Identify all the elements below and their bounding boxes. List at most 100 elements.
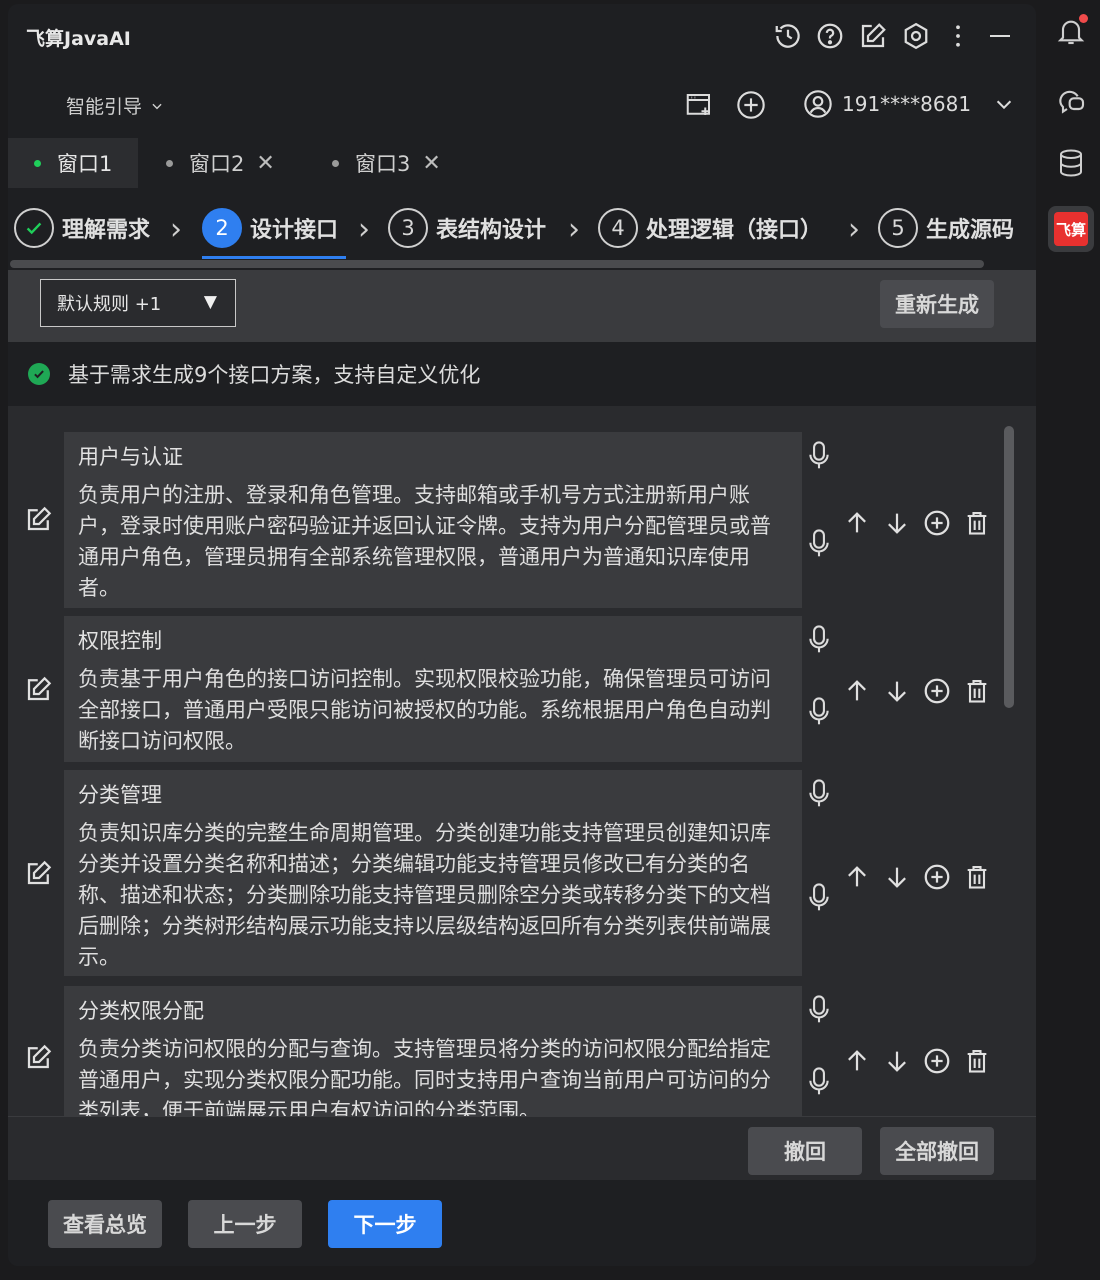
- success-icon: [28, 363, 50, 385]
- list-item: 用户与认证 负责用户的注册、登录和角色管理。支持邮箱或手机号方式注册新用户账户，…: [8, 432, 1036, 608]
- app-title: 飞算JavaAI: [26, 28, 131, 50]
- close-icon[interactable]: ✕: [422, 151, 440, 176]
- help-icon[interactable]: [814, 20, 846, 52]
- card-actions: [842, 862, 992, 892]
- rule-select[interactable]: 默认规则 +1 ▼: [40, 279, 236, 327]
- trash-icon[interactable]: [962, 676, 992, 706]
- api-card[interactable]: 分类权限分配 负责分类访问权限的分配与查询。支持管理员将分类的访问权限分配给指定…: [64, 986, 802, 1116]
- trash-icon[interactable]: [962, 1046, 992, 1076]
- edit-icon[interactable]: [24, 1042, 54, 1072]
- database-icon[interactable]: [1054, 146, 1088, 180]
- step-number: 2: [202, 208, 242, 248]
- undo-button[interactable]: 撤回: [748, 1127, 862, 1175]
- prev-step-button[interactable]: 上一步: [188, 1200, 302, 1248]
- notification-bell-icon[interactable]: [1054, 14, 1088, 48]
- chevron-right-icon: ›: [358, 212, 370, 247]
- add-icon[interactable]: [734, 88, 768, 122]
- step-number: 5: [878, 208, 918, 248]
- mic-icon[interactable]: [806, 624, 832, 656]
- tab-window-2[interactable]: 窗口2 ✕: [166, 138, 316, 188]
- mic-icon[interactable]: [806, 440, 832, 472]
- overview-button[interactable]: 查看总览: [48, 1200, 162, 1248]
- mic-icon[interactable]: [806, 696, 832, 728]
- more-icon[interactable]: [942, 20, 974, 52]
- chevron-right-icon: ›: [568, 212, 580, 247]
- arrow-up-icon[interactable]: [842, 862, 872, 892]
- sub-bar: 智能引导 191****8681: [8, 74, 1036, 134]
- mic-icon[interactable]: [806, 528, 832, 560]
- guide-dropdown[interactable]: 智能引导: [66, 92, 164, 119]
- step-understand[interactable]: 理解需求: [14, 200, 150, 256]
- plugin-panel: 飞算JavaAI 智能引导 191****8681 窗口1 窗口2 ✕ 窗口3 …: [8, 4, 1036, 1266]
- step-table-design[interactable]: 3 表结构设计: [388, 200, 546, 256]
- list-item: 分类管理 负责知识库分类的完整生命周期管理。分类创建功能支持管理员创建知识库分类…: [8, 770, 1036, 976]
- arrow-up-icon[interactable]: [842, 1046, 872, 1076]
- footer: 查看总览 上一步 下一步: [8, 1180, 1036, 1266]
- horizontal-scrollbar[interactable]: [10, 260, 984, 268]
- title-bar: 飞算JavaAI: [8, 4, 1036, 70]
- arrow-up-icon[interactable]: [842, 676, 872, 706]
- step-design-api[interactable]: 2 设计接口: [202, 200, 338, 256]
- step-progress: 理解需求 › 2 设计接口 › 3 表结构设计 › 4 处理逻辑（接口） › 5…: [8, 200, 1036, 264]
- add-circle-icon[interactable]: [922, 1046, 952, 1076]
- edit-icon[interactable]: [24, 674, 54, 704]
- trash-icon[interactable]: [962, 862, 992, 892]
- status-text: 基于需求生成9个接口方案，支持自定义优化: [68, 363, 481, 387]
- step-logic[interactable]: 4 处理逻辑（接口）: [598, 200, 822, 256]
- api-card[interactable]: 权限控制 负责基于用户角色的接口访问控制。实现权限校验功能，确保管理员可访问全部…: [64, 616, 802, 762]
- ai-chat-icon[interactable]: [1054, 84, 1088, 118]
- mic-icon[interactable]: [806, 778, 832, 810]
- minimize-icon[interactable]: [984, 20, 1016, 52]
- edit-icon[interactable]: [24, 858, 54, 888]
- account-menu[interactable]: 191****8681: [802, 88, 1015, 120]
- next-step-button[interactable]: 下一步: [328, 1200, 442, 1248]
- tab-label: 窗口3: [355, 152, 411, 176]
- undo-all-button[interactable]: 全部撤回: [880, 1127, 994, 1175]
- chevron-down-icon: [996, 100, 1012, 110]
- tab-window-3[interactable]: 窗口3 ✕: [332, 138, 482, 188]
- trash-icon[interactable]: [962, 508, 992, 538]
- mic-icon[interactable]: [806, 994, 832, 1026]
- arrow-down-icon[interactable]: [882, 676, 912, 706]
- arrow-down-icon[interactable]: [882, 1046, 912, 1076]
- chevron-right-icon: ›: [848, 212, 860, 247]
- mic-icon[interactable]: [806, 882, 832, 914]
- add-circle-icon[interactable]: [922, 508, 952, 538]
- card-title: 用户与认证: [78, 445, 183, 469]
- add-circle-icon[interactable]: [922, 676, 952, 706]
- undo-bar: 撤回 全部撤回: [8, 1116, 1036, 1180]
- check-icon: [14, 208, 54, 248]
- card-title: 权限控制: [78, 629, 162, 653]
- tab-label: 窗口2: [189, 152, 245, 176]
- feedback-edit-icon[interactable]: [857, 20, 889, 52]
- settings-icon[interactable]: [900, 20, 932, 52]
- arrow-down-icon[interactable]: [882, 508, 912, 538]
- card-desc: 负责用户的注册、登录和角色管理。支持邮箱或手机号方式注册新用户账户，登录时使用账…: [78, 483, 771, 600]
- status-message: 基于需求生成9个接口方案，支持自定义优化: [8, 344, 1036, 404]
- rule-selected: 默认规则 +1: [57, 294, 162, 315]
- vertical-scrollbar[interactable]: [1004, 426, 1014, 708]
- add-circle-icon[interactable]: [922, 862, 952, 892]
- arrow-up-icon[interactable]: [842, 508, 872, 538]
- close-icon[interactable]: ✕: [256, 151, 274, 176]
- mic-icon[interactable]: [806, 1066, 832, 1098]
- step-label: 表结构设计: [436, 218, 547, 243]
- tab-window-1[interactable]: 窗口1: [8, 138, 138, 188]
- step-generate-code[interactable]: 5 生成源码: [878, 200, 1014, 256]
- notification-badge: [1079, 14, 1088, 23]
- step-label: 生成源码: [926, 218, 1015, 243]
- api-card[interactable]: 用户与认证 负责用户的注册、登录和角色管理。支持邮箱或手机号方式注册新用户账户，…: [64, 432, 802, 608]
- active-step-indicator: [202, 256, 346, 259]
- step-number: 4: [598, 208, 638, 248]
- api-list: 用户与认证 负责用户的注册、登录和角色管理。支持邮箱或手机号方式注册新用户账户，…: [8, 406, 1036, 1116]
- regenerate-button[interactable]: 重新生成: [880, 280, 994, 328]
- arrow-down-icon[interactable]: [882, 862, 912, 892]
- new-window-icon[interactable]: [682, 88, 716, 122]
- user-icon: [804, 90, 832, 118]
- list-item: 权限控制 负责基于用户角色的接口访问控制。实现权限校验功能，确保管理员可访问全部…: [8, 616, 1036, 762]
- api-card[interactable]: 分类管理 负责知识库分类的完整生命周期管理。分类创建功能支持管理员创建知识库分类…: [64, 770, 802, 976]
- feisuan-plugin-button[interactable]: 飞算: [1048, 206, 1094, 252]
- chevron-down-icon: [152, 103, 162, 109]
- edit-icon[interactable]: [24, 504, 54, 534]
- history-icon[interactable]: [772, 20, 804, 52]
